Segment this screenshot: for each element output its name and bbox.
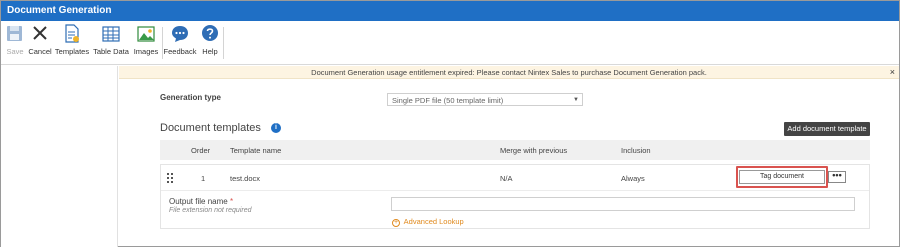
drag-handle-icon[interactable] bbox=[167, 173, 175, 183]
generation-type-label: Generation type bbox=[160, 93, 221, 102]
cancel-label: Cancel bbox=[28, 47, 52, 56]
column-header-order: Order bbox=[191, 146, 211, 155]
row-merge: N/A bbox=[500, 174, 513, 183]
document-templates-heading: Document templates bbox=[160, 122, 261, 134]
entitlement-banner: Document Generation usage entitlement ex… bbox=[119, 66, 899, 79]
templates-button[interactable]: Templates bbox=[54, 24, 90, 62]
left-panel bbox=[1, 66, 118, 247]
floppy-disk-icon bbox=[7, 26, 22, 41]
table-icon bbox=[102, 26, 120, 42]
add-document-template-button[interactable]: Add document template bbox=[784, 122, 870, 136]
output-file-name-hint: File extension not required bbox=[169, 207, 252, 214]
info-icon[interactable]: i bbox=[271, 123, 281, 133]
cancel-button[interactable]: Cancel bbox=[27, 24, 53, 62]
images-button[interactable]: Images bbox=[132, 24, 160, 62]
output-file-name-label: Output file name * bbox=[169, 197, 233, 206]
advanced-lookup-label: Advanced Lookup bbox=[403, 217, 464, 226]
generation-type-select[interactable]: Single PDF file (50 template limit) ▼ bbox=[387, 93, 583, 106]
row-order: 1 bbox=[201, 174, 206, 183]
chat-bubble-icon bbox=[172, 26, 188, 42]
close-icon bbox=[33, 26, 47, 40]
templates-table-header: Order Template name Merge with previous … bbox=[160, 140, 870, 160]
plus-circle-icon: + bbox=[392, 219, 400, 227]
advanced-lookup-link[interactable]: + Advanced Lookup bbox=[392, 217, 464, 227]
save-button[interactable]: Save bbox=[4, 24, 26, 62]
help-button[interactable]: Help bbox=[199, 24, 221, 62]
table-row: 1 test.docx N/A Always Tag document ••• … bbox=[160, 164, 870, 229]
more-options-button[interactable]: ••• bbox=[828, 171, 846, 183]
generation-type-value: Single PDF file (50 template limit) bbox=[392, 96, 504, 105]
help-question-icon bbox=[202, 25, 218, 41]
images-label: Images bbox=[133, 47, 159, 56]
chevron-down-icon: ▼ bbox=[573, 97, 579, 103]
banner-message: Document Generation usage entitlement ex… bbox=[311, 68, 707, 77]
tag-document-button[interactable]: Tag document bbox=[739, 170, 825, 184]
help-label: Help bbox=[202, 47, 218, 56]
column-header-inclusion: Inclusion bbox=[621, 146, 651, 155]
templates-label: Templates bbox=[54, 47, 90, 56]
feedback-button[interactable]: Feedback bbox=[163, 24, 197, 62]
column-header-template-name: Template name bbox=[230, 146, 282, 155]
image-icon bbox=[137, 26, 155, 42]
column-header-merge: Merge with previous bbox=[500, 146, 568, 155]
toolbar-ribbon: Save Cancel Templates Table Data Images bbox=[1, 21, 899, 65]
row-template-name: test.docx bbox=[230, 174, 261, 183]
output-file-name-text: Output file name bbox=[169, 197, 228, 206]
table-data-label: Table Data bbox=[93, 47, 129, 56]
save-label: Save bbox=[6, 47, 24, 56]
template-document-icon bbox=[65, 24, 79, 43]
row-divider bbox=[161, 190, 869, 191]
feedback-label: Feedback bbox=[163, 47, 197, 56]
required-marker: * bbox=[229, 197, 234, 206]
output-file-name-input[interactable] bbox=[391, 197, 855, 211]
row-inclusion: Always bbox=[621, 174, 645, 183]
ribbon-divider bbox=[223, 27, 224, 59]
banner-close-icon[interactable]: × bbox=[890, 67, 895, 77]
table-data-button[interactable]: Table Data bbox=[92, 24, 130, 62]
window-title: Document Generation bbox=[1, 1, 899, 21]
